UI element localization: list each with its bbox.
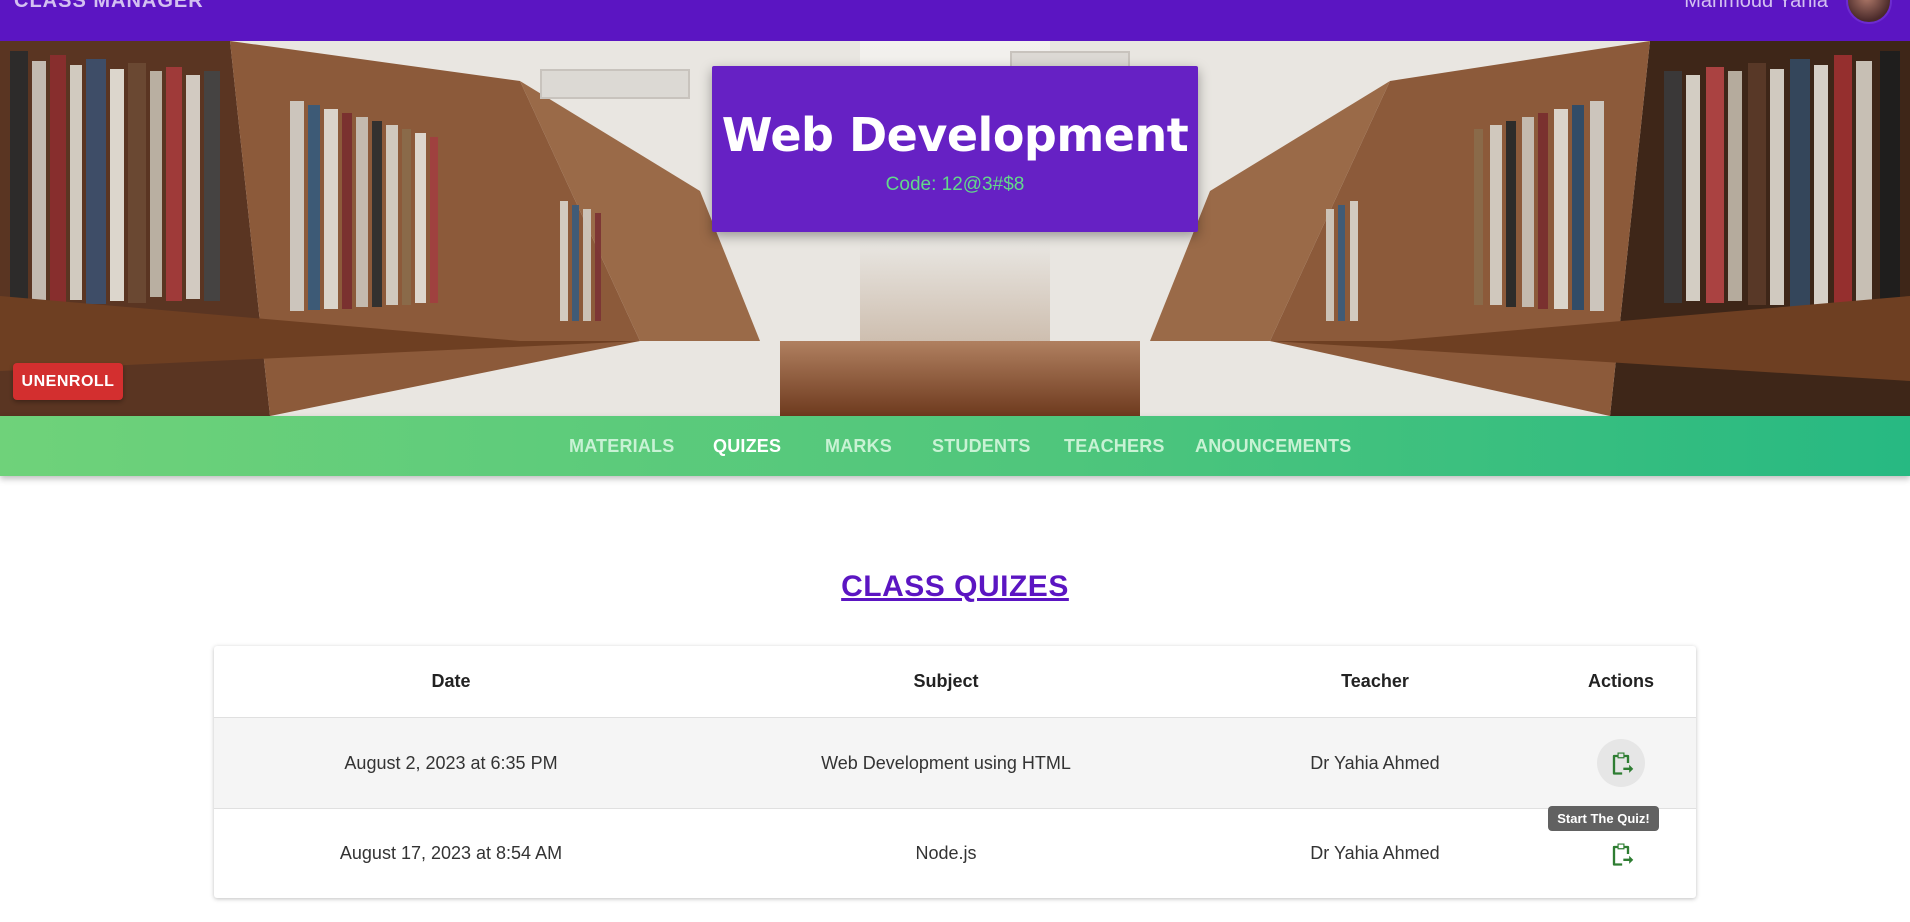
quiz-subject: Web Development using HTML [821,752,1071,773]
course-title: Web Development [721,108,1189,162]
page-title: CLASS QUIZES [841,570,1069,603]
app-brand[interactable]: CLASS MANAGER [14,0,204,13]
table-header: Date Subject Teacher Actions [214,646,1696,718]
column-header-actions: Actions [1587,671,1654,691]
table-row: August 17, 2023 at 8:54 AM Node.js Dr Ya… [214,809,1696,898]
start-quiz-button[interactable] [1597,830,1645,878]
start-quiz-tooltip: Start The Quiz! [1548,806,1659,831]
tab-materials[interactable]: MATERIALS [569,416,674,476]
tab-marks[interactable]: MARKS [825,416,892,476]
start-quiz-button[interactable] [1597,739,1645,787]
user-name[interactable]: Mahmoud Yahia [1684,0,1828,13]
class-tabs: MATERIALS QUIZES MARKS STUDENTS TEACHERS… [0,416,1910,476]
unenroll-button[interactable]: UNENROLL [13,363,123,400]
quiz-subject: Node.js [915,843,977,863]
tab-quizes[interactable]: QUIZES [713,416,781,476]
clipboard-arrow-icon [1612,752,1634,775]
column-header-date: Date [431,671,471,691]
ceiling-light [540,69,690,99]
aisle-floor [780,341,1140,416]
tab-teachers[interactable]: TEACHERS [1064,416,1165,476]
class-title-card: Web Development Code: 12@3#$8 [712,66,1198,232]
quizzes-table: Date Subject Teacher Actions August 2, 2… [214,646,1696,898]
quiz-teacher: Dr Yahia Ahmed [1310,752,1440,773]
section-title: CLASS QUIZES [0,570,1910,604]
app-bar: CLASS MANAGER Mahmoud Yahia [0,0,1910,41]
tab-anouncements[interactable]: ANOUNCEMENTS [1195,416,1351,476]
avatar[interactable] [1846,0,1892,24]
quiz-actions [1546,718,1696,808]
quiz-date: August 17, 2023 at 8:54 AM [339,843,563,863]
course-code: Code: 12@3#$8 [885,174,1025,195]
table-row: August 2, 2023 at 6:35 PM Web Developmen… [214,718,1696,809]
quiz-teacher: Dr Yahia Ahmed [1310,843,1440,863]
tab-students[interactable]: STUDENTS [932,416,1031,476]
class-banner: Web Development Code: 12@3#$8 UNENROLL [0,41,1910,416]
quiz-date: August 2, 2023 at 6:35 PM [344,752,558,773]
column-header-teacher: Teacher [1341,671,1409,691]
column-header-subject: Subject [913,671,979,691]
clipboard-arrow-icon [1612,843,1634,866]
